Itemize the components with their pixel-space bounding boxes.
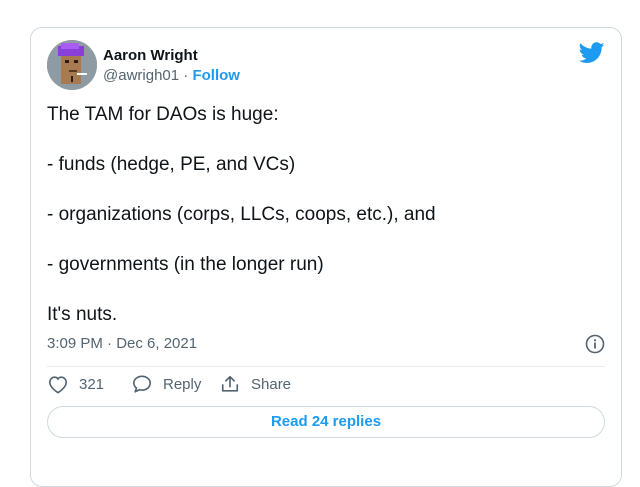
share-label: Share [251,375,292,393]
cryptopunk-avatar-icon [47,40,97,90]
avatar[interactable] [47,40,97,90]
divider [47,366,605,367]
handle-separator: · [183,67,189,84]
speech-bubble-icon [133,375,151,393]
tweet-paragraph: The TAM for DAOs is huge: [47,104,279,125]
author-display-name[interactable]: Aaron Wright [103,46,240,66]
info-icon[interactable] [585,334,605,354]
tweet-paragraph: It's nuts. [47,304,118,325]
tweet-timestamp[interactable]: 3:09 PM · Dec 6, 2021 [47,335,197,352]
tweet-actions: 321 Reply Share [47,374,605,400]
tweet-paragraph: - governments (in the longer run) [47,254,324,275]
tweet-paragraph: - organizations (corps, LLCs, coops, etc… [47,204,436,225]
author-handle-line: @awrigh01 · Follow [103,66,240,86]
author-handle[interactable]: @awrigh01 [103,67,179,84]
like-button[interactable]: 321 [47,374,104,394]
twitter-bird-icon[interactable] [579,42,605,64]
tweet-paragraph: - funds (hedge, PE, and VCs) [47,154,296,175]
tweet-body: The TAM for DAOs is huge: - funds (hedge… [47,103,605,353]
timestamp-row: 3:09 PM · Dec 6, 2021 [47,334,605,354]
reply-button[interactable]: Reply [131,374,201,394]
tweet-header: Aaron Wright @awrigh01 · Follow [47,40,605,92]
follow-button[interactable]: Follow [192,67,240,84]
like-count: 321 [79,375,105,393]
author-info: Aaron Wright @awrigh01 · Follow [103,46,240,86]
heart-icon [48,376,68,394]
share-button[interactable]: Share [219,374,291,394]
read-replies-button[interactable]: Read 24 replies [47,406,605,438]
share-upload-icon [221,375,239,392]
tweet-card: Aaron Wright @awrigh01 · Follow The TAM … [30,27,622,487]
reply-label: Reply [163,375,202,393]
